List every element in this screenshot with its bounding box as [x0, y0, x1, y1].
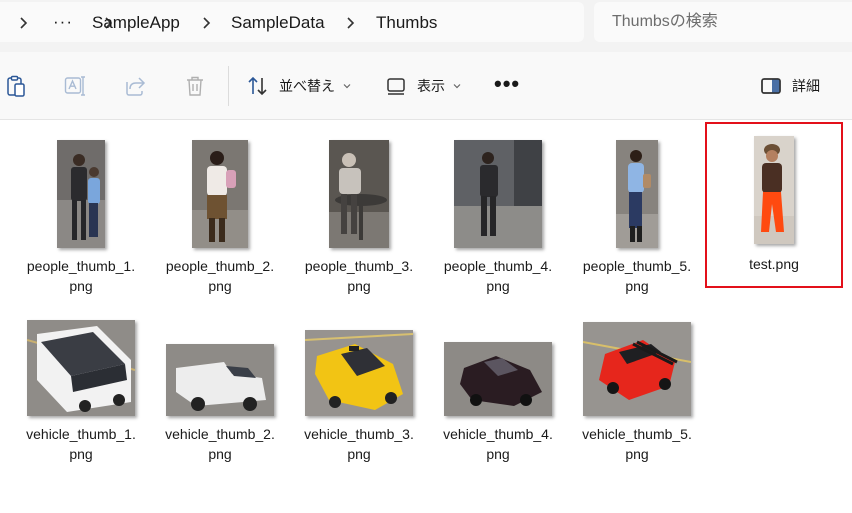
sort-label: 並べ替え — [279, 78, 335, 94]
file-name: people_thumb_4. png — [443, 258, 553, 294]
vehicle-thumbnail-image — [166, 344, 274, 416]
thumbnail — [155, 125, 285, 248]
thumbnail — [16, 125, 146, 248]
details-pane-icon — [761, 78, 781, 94]
file-name: people_thumb_3. png — [304, 258, 414, 294]
chevron-right-icon[interactable] — [17, 16, 31, 30]
file-name: vehicle_thumb_4. png — [443, 426, 553, 462]
file-name: vehicle_thumb_5. png — [582, 426, 692, 462]
person-thumbnail-image — [329, 140, 389, 248]
more-options-button[interactable]: ••• — [494, 73, 520, 95]
file-name: people_thumb_1. png — [26, 258, 136, 294]
file-item-selected[interactable]: test.png — [705, 122, 843, 288]
thumbnail — [294, 125, 424, 248]
file-item[interactable]: people_thumb_3. png — [294, 125, 424, 294]
person-thumbnail-image — [192, 140, 248, 248]
view-label: 表示 — [417, 78, 445, 94]
command-bar: 並べ替え 表示 ••• 詳細 — [0, 52, 852, 120]
breadcrumb-item-thumbs[interactable]: Thumbs — [376, 12, 437, 34]
thumbnail — [572, 293, 702, 416]
thumbnail — [294, 293, 424, 416]
view-button[interactable]: 表示 — [385, 71, 462, 101]
file-name: test.png — [749, 256, 799, 272]
delete-icon[interactable] — [183, 74, 207, 98]
thumbnail — [16, 293, 146, 416]
file-item[interactable]: people_thumb_1. png — [16, 125, 146, 294]
file-name: vehicle_thumb_2. png — [165, 426, 275, 462]
person-thumbnail-image — [754, 136, 794, 244]
rename-icon[interactable] — [63, 74, 87, 98]
file-name: people_thumb_2. png — [165, 258, 275, 294]
person-thumbnail-image — [616, 140, 658, 248]
view-icon — [387, 78, 405, 95]
thumbnail — [707, 124, 841, 244]
address-bar[interactable]: ··· SampleApp SampleData Thumbs — [0, 2, 584, 42]
thumbnail — [433, 293, 563, 416]
chevron-down-icon — [453, 84, 461, 89]
details-pane-button[interactable]: 詳細 — [760, 71, 820, 101]
sort-icon — [248, 76, 267, 96]
chevron-right-icon[interactable] — [344, 16, 358, 30]
details-label: 詳細 — [792, 78, 820, 94]
file-item[interactable]: vehicle_thumb_1. png — [16, 293, 146, 462]
vehicle-thumbnail-image — [444, 342, 552, 416]
file-item[interactable]: people_thumb_4. png — [433, 125, 563, 294]
thumbnail — [433, 125, 563, 248]
person-thumbnail-image — [454, 140, 542, 248]
file-item[interactable]: vehicle_thumb_2. png — [155, 293, 285, 462]
chevron-down-icon — [343, 84, 351, 89]
vehicle-thumbnail-image — [27, 320, 135, 416]
file-view[interactable]: people_thumb_1. png people_thumb_2. png … — [0, 121, 852, 513]
file-item[interactable]: people_thumb_5. png — [572, 125, 702, 294]
person-thumbnail-image — [57, 140, 105, 248]
toolbar-separator — [228, 66, 229, 106]
breadcrumb-item-sampledata[interactable]: SampleData — [231, 12, 325, 34]
file-name: vehicle_thumb_3. png — [304, 426, 414, 462]
search-placeholder: Thumbsの検索 — [612, 13, 718, 30]
file-item[interactable]: vehicle_thumb_4. png — [433, 293, 563, 462]
search-input[interactable]: Thumbsの検索 — [594, 2, 852, 42]
thumbnail — [572, 125, 702, 248]
sort-button[interactable]: 並べ替え — [247, 71, 352, 101]
file-name: vehicle_thumb_1. png — [26, 426, 136, 462]
share-icon[interactable] — [123, 74, 147, 98]
breadcrumb-overflow[interactable]: ··· — [53, 12, 73, 32]
file-item[interactable]: vehicle_thumb_5. png — [572, 293, 702, 462]
chevron-right-icon[interactable] — [200, 16, 214, 30]
vehicle-thumbnail-image — [583, 322, 691, 416]
breadcrumb-item-sampleapp[interactable]: SampleApp — [92, 12, 180, 34]
thumbnail — [155, 293, 285, 416]
file-item[interactable]: vehicle_thumb_3. png — [294, 293, 424, 462]
file-name: people_thumb_5. png — [582, 258, 692, 294]
file-item[interactable]: people_thumb_2. png — [155, 125, 285, 294]
address-bar-row: ··· SampleApp SampleData Thumbs Thumbsの検… — [0, 0, 852, 52]
vehicle-thumbnail-image — [305, 330, 413, 416]
paste-icon[interactable] — [4, 74, 28, 98]
